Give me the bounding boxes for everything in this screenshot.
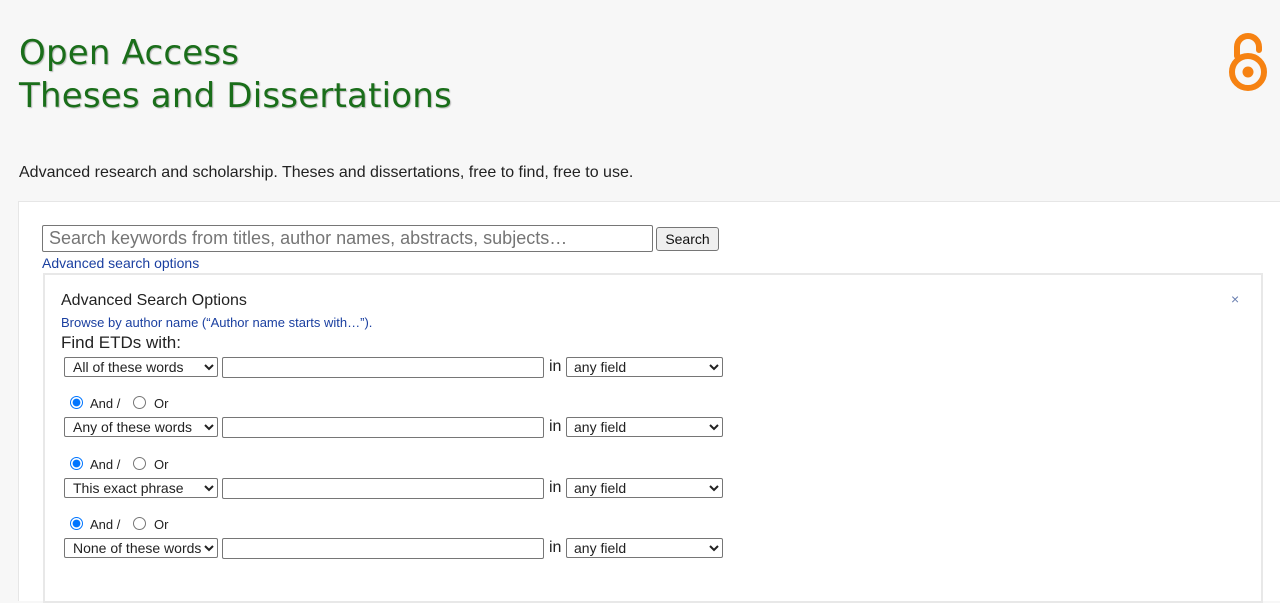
and-label: And / [90, 457, 121, 472]
field-select[interactable]: any field [566, 417, 723, 437]
or-label: Or [154, 457, 169, 472]
browse-by-author-link[interactable]: Browse by author name (“Author name star… [61, 315, 372, 330]
or-radio[interactable] [133, 517, 146, 530]
field-select[interactable]: any field [566, 357, 723, 377]
field-select[interactable]: any field [566, 538, 723, 558]
field-select[interactable]: any field [566, 478, 723, 498]
match-type-select[interactable]: This exact phrase [64, 478, 218, 498]
and-radio[interactable] [70, 396, 83, 409]
search-term-input[interactable] [222, 478, 544, 499]
or-label: Or [154, 517, 169, 532]
criteria-row: This exact phrase in any field [0, 478, 800, 500]
or-radio[interactable] [133, 457, 146, 470]
search-term-input[interactable] [222, 538, 544, 559]
and-radio[interactable] [70, 517, 83, 530]
advanced-search-link[interactable]: Advanced search options [42, 255, 199, 271]
and-label: And / [90, 517, 121, 532]
close-icon[interactable]: × [1231, 291, 1239, 307]
in-label: in [549, 539, 562, 556]
connector-row: And / Or [0, 396, 400, 414]
in-label: in [549, 479, 562, 496]
advanced-search-heading: Advanced Search Options [61, 292, 247, 309]
connector-row: And / Or [0, 517, 400, 535]
find-etds-label: Find ETDs with: [61, 333, 181, 352]
site-title-line2: Theses and Dissertations [19, 76, 452, 116]
criteria-row: Any of these words in any field [0, 417, 800, 439]
or-radio[interactable] [133, 396, 146, 409]
in-label: in [549, 358, 562, 375]
match-type-select[interactable]: Any of these words [64, 417, 218, 437]
or-label: Or [154, 396, 169, 411]
and-radio[interactable] [70, 457, 83, 470]
match-type-select[interactable]: All of these words [64, 357, 218, 377]
connector-row: And / Or [0, 457, 400, 475]
in-label: in [549, 418, 562, 435]
site-title-line1: Open Access [19, 33, 240, 73]
criteria-row: All of these words in any field [0, 357, 800, 379]
open-access-lock-icon[interactable] [1226, 32, 1270, 92]
search-input[interactable] [42, 225, 653, 252]
site-title: Open Access Theses and Dissertations [19, 32, 452, 118]
search-term-input[interactable] [222, 417, 544, 438]
and-label: And / [90, 396, 121, 411]
match-type-select[interactable]: None of these words [64, 538, 218, 558]
tagline: Advanced research and scholarship. These… [19, 164, 634, 181]
criteria-row: None of these words in any field [0, 538, 800, 560]
search-button[interactable]: Search [656, 227, 719, 251]
search-term-input[interactable] [222, 357, 544, 378]
